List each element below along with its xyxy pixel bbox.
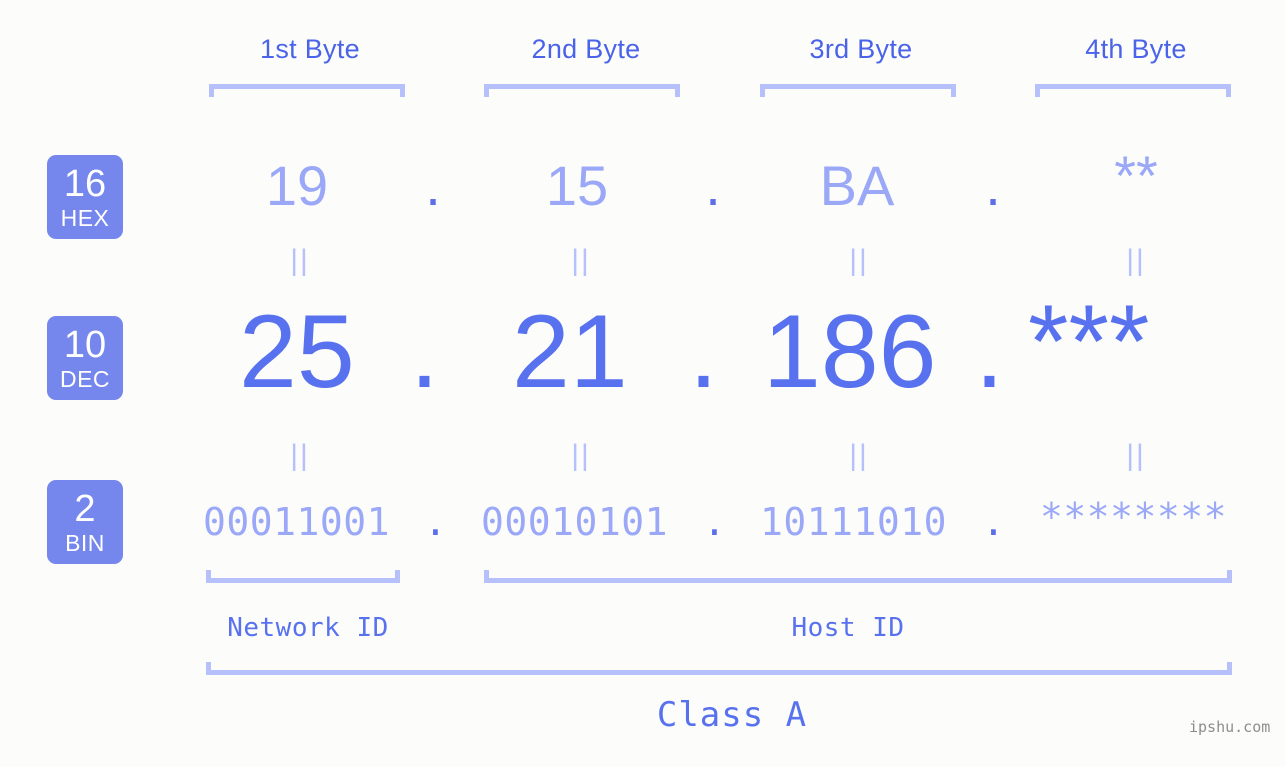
equality-mark-hex-dec-3: || [849,244,869,277]
hex-byte-value-1: 19 [265,154,329,217]
equality-mark-hex-dec-2: || [571,244,591,277]
radix-badge-dec-number: 10 [63,323,107,366]
byte-header-label-3: 3rd Byte [809,34,913,64]
byte-header-label-1: 1st Byte [260,34,360,64]
bin-separator-2: . [703,500,726,544]
dec-separator-3: . [975,294,1004,410]
bin-byte-value-2: 00010101 [481,500,669,544]
ip-class-label: Class A [656,695,808,735]
equality-mark-dec-bin-1: || [290,439,310,472]
bin-byte-value-4: ******** [1040,495,1228,539]
hex-byte-value-4: ** [1114,144,1158,207]
radix-badge-hex-name: HEX [60,204,110,231]
byte-bracket-top-2 [484,84,680,97]
radix-badge-dec-name: DEC [59,365,111,392]
network-id-label: Network ID [227,613,389,643]
bin-byte-value-1: 00011001 [203,500,391,544]
equality-mark-dec-bin-4: || [1126,439,1146,472]
dec-byte-value-2: 21 [512,294,628,410]
byte-header-label-2: 2nd Byte [531,34,641,64]
hex-separator-3: . [985,154,1001,217]
bin-separator-3: . [982,500,1005,544]
bin-separator-1: . [424,500,447,544]
hex-separator-2: . [705,154,721,217]
dec-separator-2: . [689,294,718,410]
radix-badge-dec: 10 DEC [47,316,123,400]
ip-class-bracket [206,662,1232,675]
byte-header-label-4: 4th Byte [1085,34,1187,64]
radix-badge-bin-name: BIN [65,529,105,556]
byte-bracket-top-4 [1035,84,1231,97]
dec-separator-1: . [410,294,439,410]
hex-byte-value-2: 15 [545,154,609,217]
equality-mark-dec-bin-2: || [571,439,591,472]
equality-mark-hex-dec-4: || [1126,244,1146,277]
dec-byte-value-4: *** [1028,284,1150,400]
bin-byte-value-3: 10111010 [760,500,948,544]
hex-byte-value-3: BA [819,154,895,217]
radix-badge-hex: 16 HEX [47,155,123,239]
dec-byte-value-1: 25 [239,294,355,410]
radix-badge-bin-number: 2 [74,487,96,530]
radix-badge-hex-number: 16 [63,162,107,205]
equality-mark-hex-dec-1: || [290,244,310,277]
network-id-bracket [206,570,400,583]
byte-bracket-top-1 [209,84,405,97]
site-watermark: ipshu.com [1189,718,1271,736]
host-id-label: Host ID [791,613,905,643]
radix-badge-bin: 2 BIN [47,480,123,564]
host-id-bracket [484,570,1232,583]
equality-mark-dec-bin-3: || [849,439,869,472]
dec-byte-value-3: 186 [763,294,937,410]
ip-address-breakdown-diagram: 1st Byte 2nd Byte 3rd Byte 4th Byte 16 H… [0,0,1285,767]
hex-separator-1: . [425,154,441,217]
byte-bracket-top-3 [760,84,956,97]
